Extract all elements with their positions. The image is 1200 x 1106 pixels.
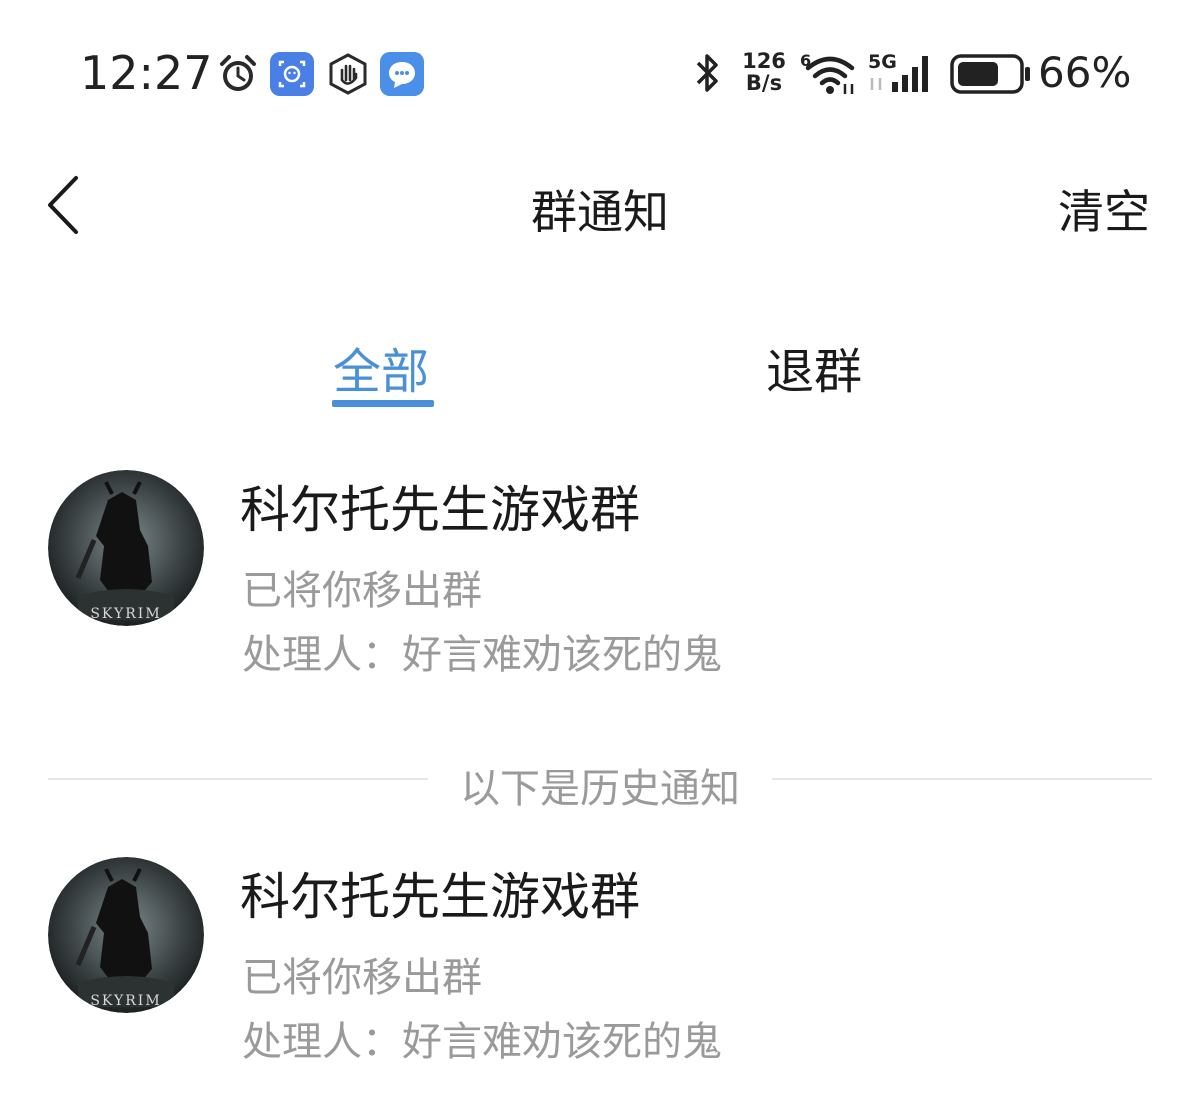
network-speed: 126 B/s	[740, 50, 788, 94]
history-divider: 以下是历史通知	[48, 752, 1152, 812]
status-time: 12:27	[80, 46, 213, 100]
message-app-icon	[380, 52, 424, 96]
notification-item[interactable]: SKYRIM 科尔托先生游戏群 已将你移出群 处理人：好言难劝该死的鬼	[0, 470, 1200, 690]
notification-handler: 处理人：好言难劝该死的鬼	[242, 1019, 722, 1065]
wifi-icon: 6	[800, 51, 855, 94]
active-tab-indicator	[332, 400, 434, 407]
divider-line-right	[772, 778, 1152, 780]
history-divider-label: 以下是历史通知	[460, 766, 740, 812]
title-bar: 群通知 清空	[0, 150, 1200, 260]
avatar-logo-text: SKYRIM	[90, 993, 161, 1009]
status-bar: 12:27 126 B/s 6 5G 66%	[0, 0, 1200, 150]
network-speed-unit: B/s	[745, 71, 783, 95]
alarm-icon	[220, 55, 256, 91]
page-title: 群通知	[531, 185, 669, 239]
avatar-logo-text: SKYRIM	[90, 606, 161, 622]
group-avatar[interactable]: SKYRIM	[48, 470, 204, 626]
history-notification-item[interactable]: SKYRIM 科尔托先生游戏群 已将你移出群 处理人：好言难劝该死的鬼	[0, 857, 1200, 1077]
svg-text:5G: 5G	[868, 51, 897, 73]
tab-exit-group[interactable]: 退群	[766, 332, 862, 402]
notification-action: 已将你移出群	[242, 568, 482, 614]
face-unlock-app-icon	[270, 52, 314, 96]
bluetooth-icon	[696, 54, 718, 92]
group-avatar[interactable]: SKYRIM	[48, 857, 204, 1013]
notification-action: 已将你移出群	[242, 955, 482, 1001]
tab-all[interactable]: 全部	[333, 332, 429, 402]
group-name: 科尔托先生游戏群	[240, 868, 640, 926]
notification-handler: 处理人：好言难劝该死的鬼	[242, 632, 722, 678]
hand-stop-app-icon	[329, 53, 367, 95]
clear-button[interactable]: 清空	[1058, 176, 1150, 242]
group-name: 科尔托先生游戏群	[240, 481, 640, 539]
battery-icon	[950, 54, 1030, 94]
battery-percentage: 66%	[1038, 48, 1132, 97]
network-speed-value: 126	[742, 49, 786, 73]
cellular-5g-icon: 5G	[868, 51, 928, 92]
